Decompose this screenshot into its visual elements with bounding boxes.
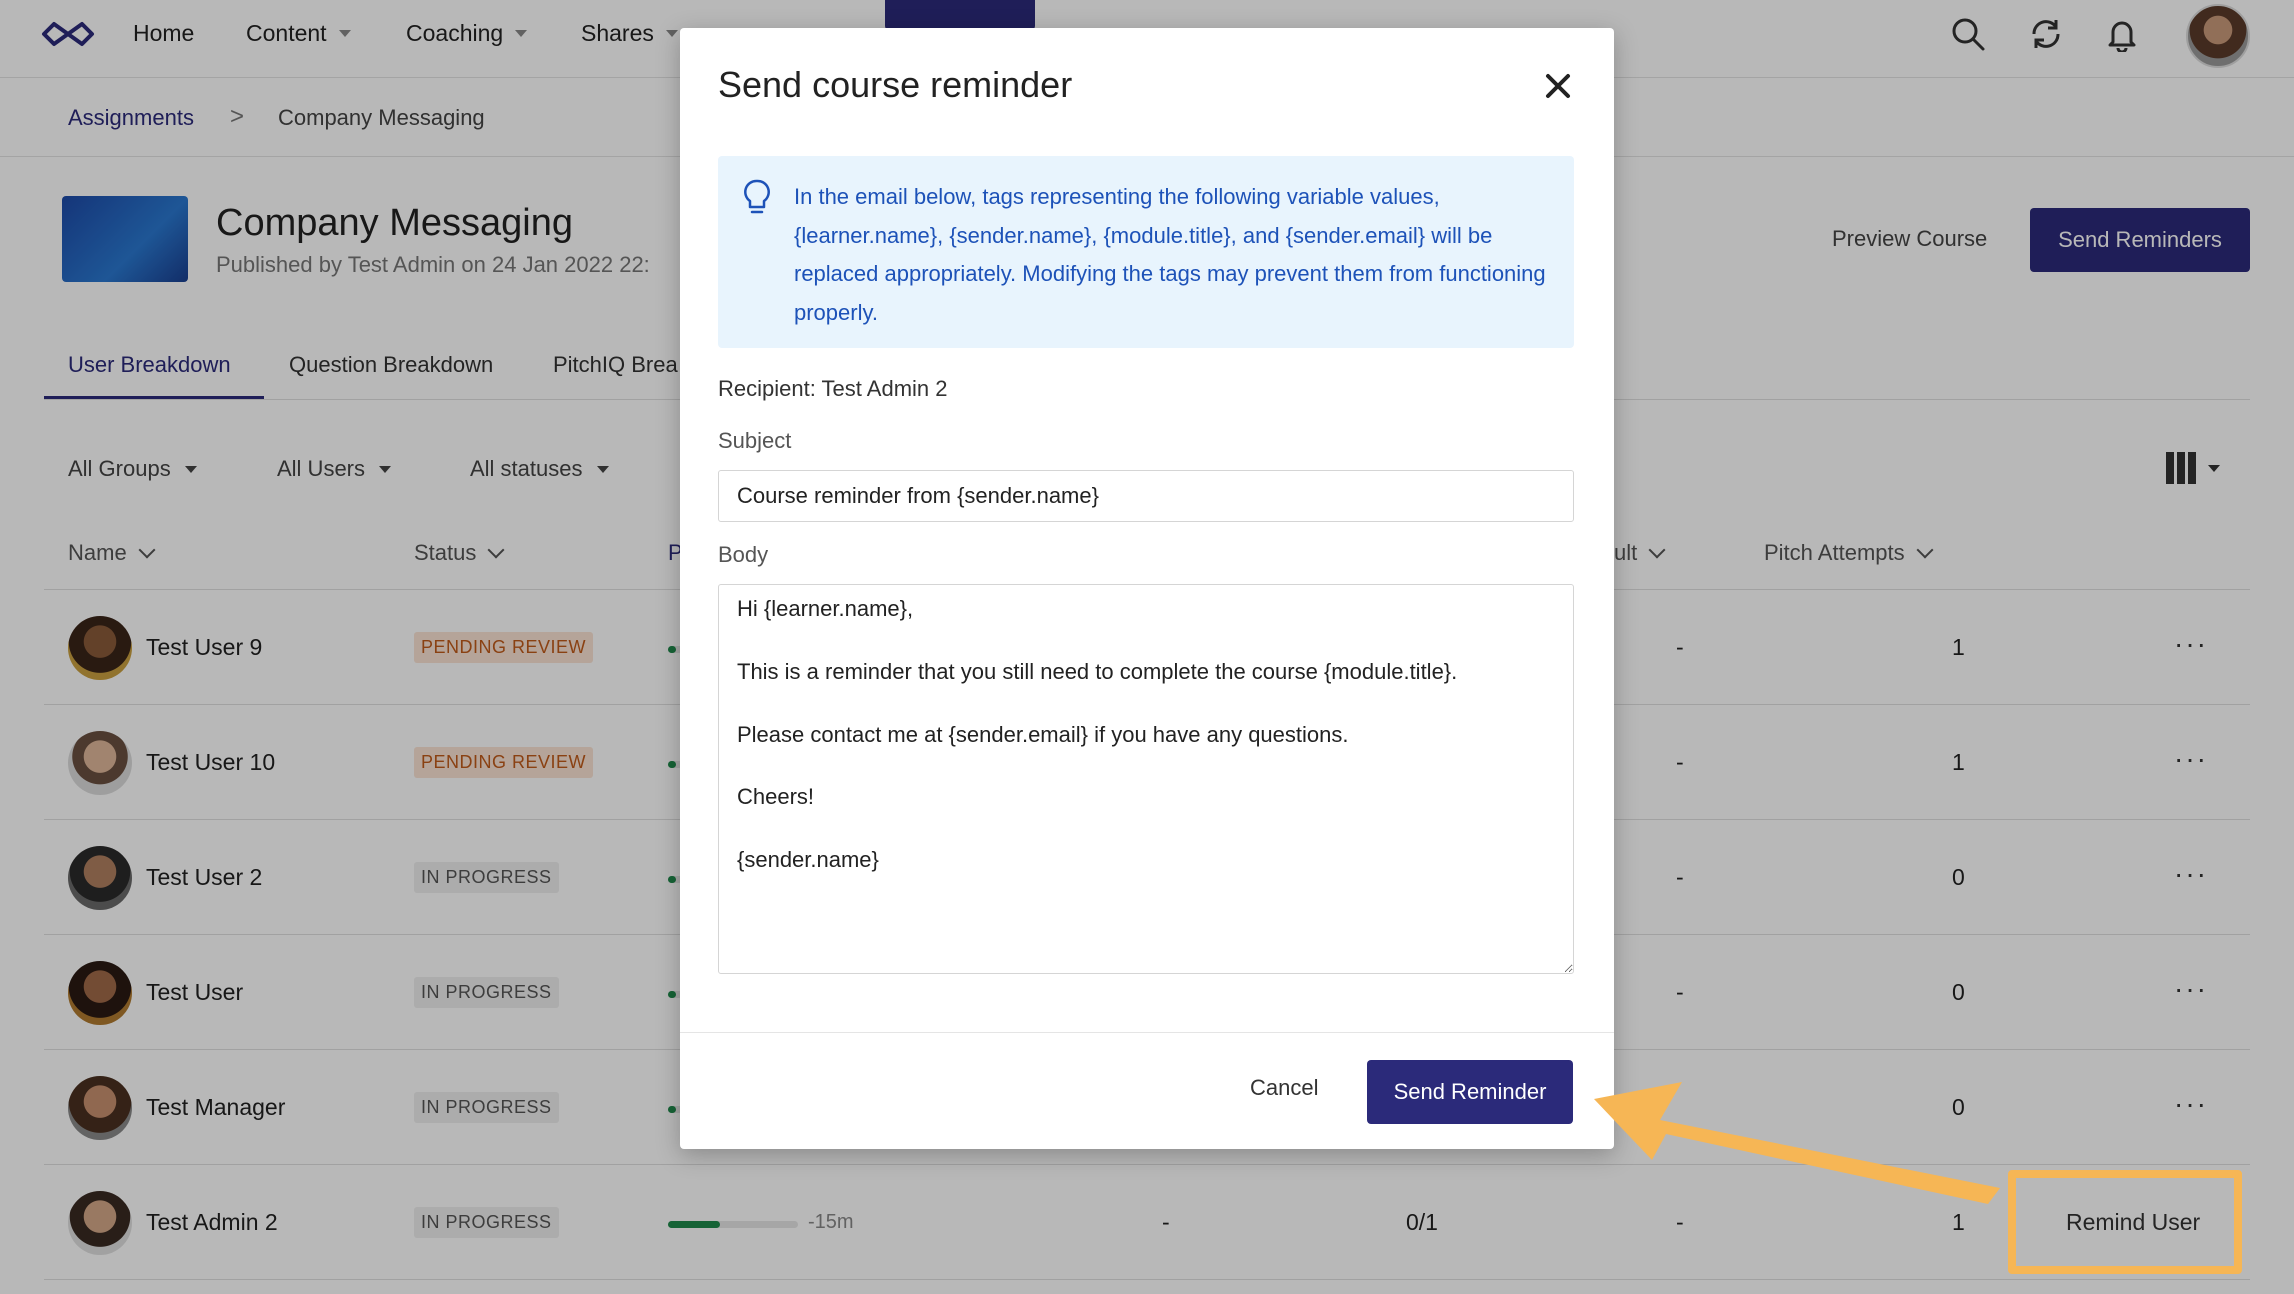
annotation-highlight-box — [2008, 1170, 2242, 1274]
info-text: In the email below, tags representing th… — [794, 184, 1546, 325]
subject-input[interactable] — [718, 470, 1574, 522]
send-reminder-dialog: Send course reminder In the email below,… — [680, 28, 1614, 1149]
lightbulb-icon — [744, 179, 770, 214]
dialog-footer: Cancel Send Reminder — [680, 1032, 1614, 1149]
info-callout: In the email below, tags representing th… — [718, 156, 1574, 348]
body-textarea[interactable]: Hi {learner.name}, This is a reminder th… — [718, 584, 1574, 974]
subject-label: Subject — [718, 428, 792, 453]
cancel-button[interactable]: Cancel — [1250, 1075, 1318, 1101]
recipient-label: Recipient: Test Admin 2 — [718, 376, 948, 401]
dialog-title: Send course reminder — [718, 64, 1073, 105]
close-icon[interactable] — [1538, 66, 1578, 106]
send-reminder-button[interactable]: Send Reminder — [1367, 1060, 1573, 1124]
body-label: Body — [718, 542, 769, 567]
